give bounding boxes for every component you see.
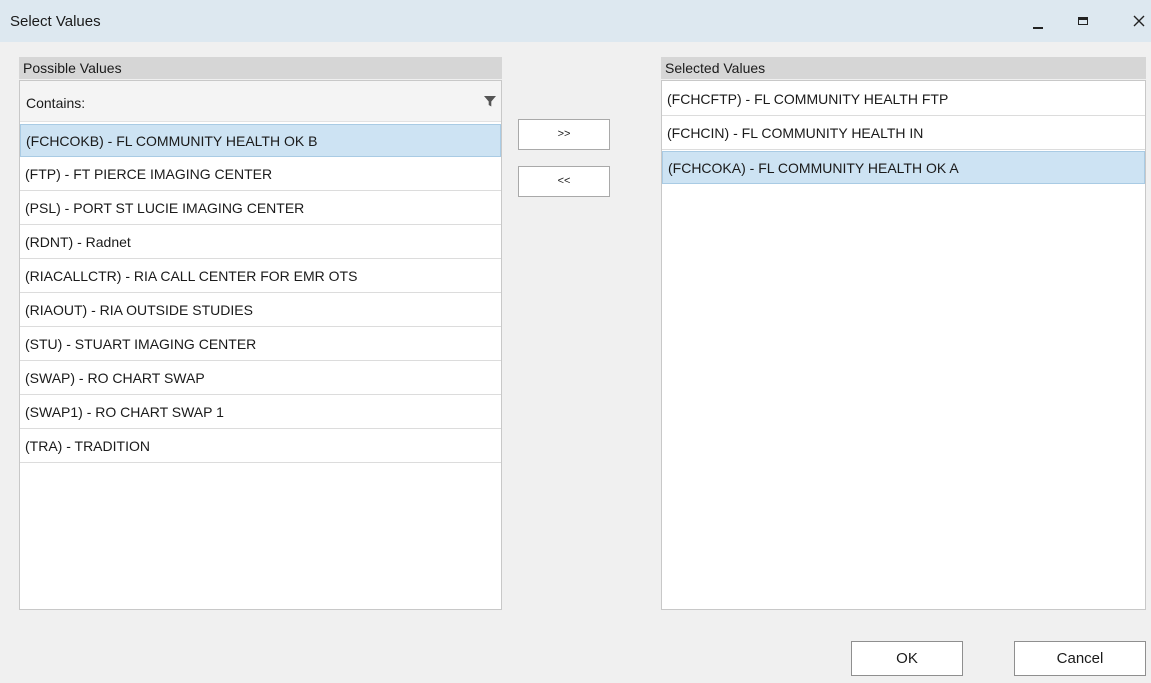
list-item[interactable]: (FCHCFTP) - FL COMMUNITY HEALTH FTP: [662, 83, 1145, 116]
possible-values-header: Possible Values: [19, 57, 502, 79]
list-item[interactable]: (TRA) - TRADITION: [20, 430, 501, 463]
cancel-button[interactable]: Cancel: [1014, 641, 1146, 676]
window-title: Select Values: [10, 13, 101, 30]
possible-values-list[interactable]: Contains: (FCHCOKB) - FL COMMUNITY HEALT…: [19, 80, 502, 610]
maximize-icon[interactable]: [1068, 8, 1098, 34]
remove-selected-button[interactable]: <<: [518, 166, 610, 197]
list-item[interactable]: (STU) - STUART IMAGING CENTER: [20, 328, 501, 361]
close-icon[interactable]: [1124, 8, 1151, 34]
filter-row: Contains:: [20, 81, 501, 122]
list-item[interactable]: (SWAP) - RO CHART SWAP: [20, 362, 501, 395]
list-item[interactable]: (RIAOUT) - RIA OUTSIDE STUDIES: [20, 294, 501, 327]
list-item[interactable]: (FCHCIN) - FL COMMUNITY HEALTH IN: [662, 117, 1145, 150]
contains-filter-input[interactable]: [100, 87, 471, 117]
list-item[interactable]: (FTP) - FT PIERCE IMAGING CENTER: [20, 158, 501, 191]
list-item[interactable]: (RDNT) - Radnet: [20, 226, 501, 259]
list-item[interactable]: (FCHCOKB) - FL COMMUNITY HEALTH OK B: [20, 124, 501, 157]
funnel-icon[interactable]: [483, 94, 497, 113]
selected-values-list[interactable]: (FCHCFTP) - FL COMMUNITY HEALTH FTP (FCHC…: [661, 80, 1146, 610]
minimize-icon[interactable]: [1023, 8, 1053, 34]
filter-label: Contains:: [26, 95, 86, 111]
list-item[interactable]: (SWAP1) - RO CHART SWAP 1: [20, 396, 501, 429]
selected-values-header: Selected Values: [661, 57, 1146, 79]
list-item[interactable]: (RIACALLCTR) - RIA CALL CENTER FOR EMR O…: [20, 260, 501, 293]
add-selected-button[interactable]: >>: [518, 119, 610, 150]
title-bar: Select Values: [0, 0, 1151, 42]
list-item[interactable]: (FCHCOKA) - FL COMMUNITY HEALTH OK A: [662, 151, 1145, 184]
list-item[interactable]: (PSL) - PORT ST LUCIE IMAGING CENTER: [20, 192, 501, 225]
ok-button[interactable]: OK: [851, 641, 963, 676]
